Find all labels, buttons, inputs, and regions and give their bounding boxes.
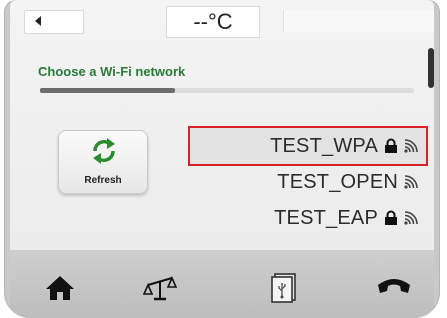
wifi-signal-icon xyxy=(404,139,418,153)
home-icon xyxy=(46,276,74,300)
wifi-signal-icon xyxy=(404,175,418,189)
usb-icon xyxy=(271,273,296,303)
scan-progress-fill xyxy=(40,88,175,93)
temperature-display: --°C xyxy=(166,6,260,38)
top-right-panel xyxy=(283,10,434,32)
device-frame: --°C Choose a Wi-Fi network Refresh TEST… xyxy=(4,0,440,318)
handset-icon xyxy=(378,279,410,293)
network-list: TEST_WPA TEST_OPEN TEST_EAP xyxy=(188,126,428,236)
scan-progress-bar xyxy=(40,88,414,93)
network-item-test-wpa[interactable]: TEST_WPA xyxy=(188,126,428,166)
refresh-label: Refresh xyxy=(84,175,122,186)
top-bar: --°C xyxy=(10,0,434,40)
refresh-button[interactable]: Refresh xyxy=(58,130,148,194)
lock-icon xyxy=(385,138,397,153)
network-name: TEST_WPA xyxy=(270,134,378,157)
home-button[interactable] xyxy=(40,268,80,308)
page-title: Choose a Wi-Fi network xyxy=(38,64,186,79)
wifi-signal-icon xyxy=(404,211,418,225)
scale-button[interactable] xyxy=(140,268,180,308)
screen: --°C Choose a Wi-Fi network Refresh TEST… xyxy=(10,0,434,250)
bottom-nav xyxy=(10,250,434,318)
scale-icon xyxy=(143,276,177,301)
usb-button[interactable] xyxy=(264,268,304,308)
back-arrow-icon xyxy=(35,16,41,26)
network-name: TEST_EAP xyxy=(274,206,378,229)
refresh-icon xyxy=(93,138,115,164)
phone-button[interactable] xyxy=(374,268,414,308)
lock-icon xyxy=(385,210,397,225)
network-name: TEST_OPEN xyxy=(277,170,398,193)
back-button[interactable] xyxy=(24,10,84,34)
network-item-test-open[interactable]: TEST_OPEN xyxy=(190,164,426,200)
scrollbar[interactable] xyxy=(428,48,434,88)
network-item-test-eap[interactable]: TEST_EAP xyxy=(190,200,426,236)
